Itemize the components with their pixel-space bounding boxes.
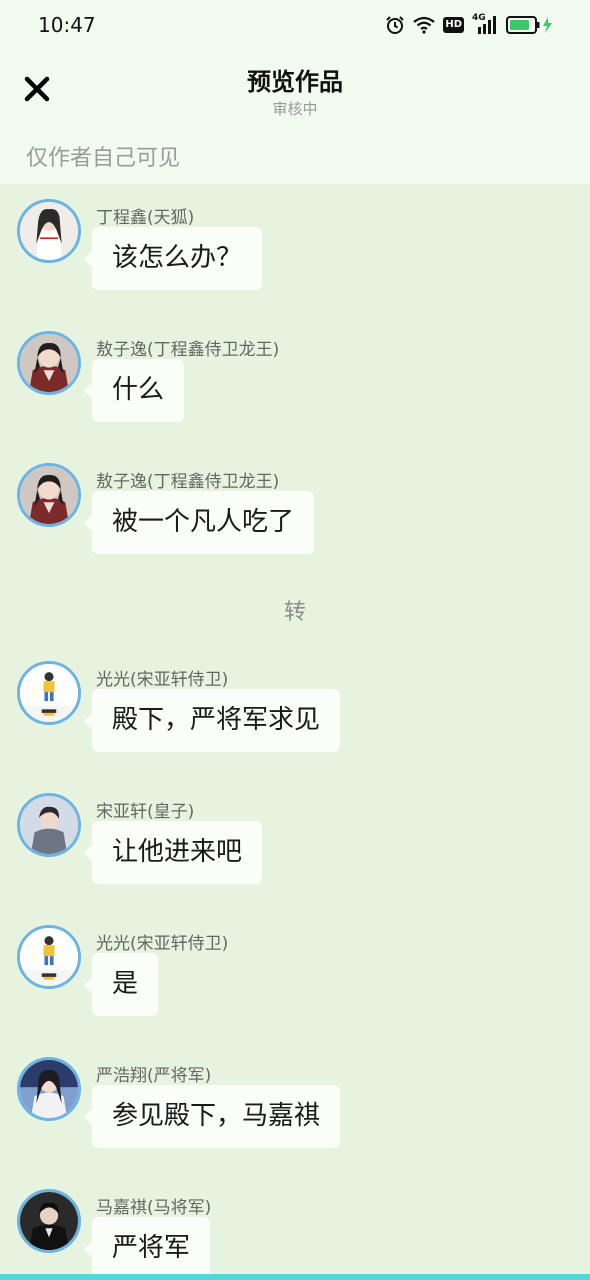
avatar[interactable] xyxy=(17,331,81,395)
avatar-red-robe xyxy=(20,334,78,392)
message-bubble[interactable]: 参见殿下，马嘉祺 xyxy=(83,1085,341,1148)
sender-name: 光光(宋亚轩侍卫) xyxy=(96,670,229,690)
top-area: 10:47 HD 4G 预览作品 审核中 仅作者自己可见 xyxy=(0,0,590,184)
chat-list[interactable]: 丁程鑫(天狐) 该怎么办？ 敖子逸(丁程鑫侍卫龙王) 什么 敖子逸(丁程鑫侍卫龙… xyxy=(0,184,590,1280)
sender-name: 敖子逸(丁程鑫侍卫龙王) xyxy=(96,340,280,360)
sender-name: 宋亚轩(皇子) xyxy=(96,802,195,822)
bottom-accent-strip xyxy=(0,1274,590,1280)
message-bubble[interactable]: 让他进来吧 xyxy=(83,821,263,884)
status-icons: HD 4G xyxy=(385,13,554,35)
message-bubble[interactable]: 什么 xyxy=(83,359,185,422)
message-bubble[interactable]: 殿下，严将军求见 xyxy=(83,689,341,752)
avatar-gray-coat xyxy=(20,796,78,854)
avatar[interactable] xyxy=(17,199,81,263)
avatar-white-dress xyxy=(20,1060,78,1118)
avatar[interactable] xyxy=(17,1189,81,1253)
scene-divider: 转 xyxy=(283,600,306,625)
message-bubble[interactable]: 该怎么办？ xyxy=(83,227,263,290)
avatar[interactable] xyxy=(17,1057,81,1121)
sender-name: 敖子逸(丁程鑫侍卫龙王) xyxy=(96,472,280,492)
avatar[interactable] xyxy=(17,793,81,857)
avatar-cartoon-figure xyxy=(20,664,78,722)
avatar[interactable] xyxy=(17,463,81,527)
visibility-note: 仅作者自己可见 xyxy=(26,146,181,171)
alarm-icon xyxy=(385,15,405,35)
hd-icon: HD xyxy=(443,17,464,33)
sender-name: 丁程鑫(天狐) xyxy=(96,208,195,228)
title-bar: 预览作品 审核中 xyxy=(0,52,590,128)
review-status: 审核中 xyxy=(272,100,318,118)
avatar-cartoon-figure xyxy=(20,928,78,986)
sender-name: 马嘉祺(马将军) xyxy=(96,1198,212,1218)
avatar-white-robe xyxy=(20,202,78,260)
avatar-dark-suit xyxy=(20,1192,78,1250)
signal-icon: 4G xyxy=(472,13,498,34)
wifi-icon xyxy=(413,16,436,34)
avatar-red-robe xyxy=(20,466,78,524)
battery-icon xyxy=(506,16,554,34)
avatar[interactable] xyxy=(17,925,81,989)
sender-name: 光光(宋亚轩侍卫) xyxy=(96,934,229,954)
message-bubble[interactable]: 被一个凡人吃了 xyxy=(83,491,315,554)
message-bubble[interactable]: 是 xyxy=(83,953,159,1016)
status-time: 10:47 xyxy=(38,13,96,37)
page-title: 预览作品 xyxy=(247,68,343,96)
sender-name: 严浩翔(严将军) xyxy=(96,1066,212,1086)
status-bar: 10:47 HD 4G xyxy=(0,0,590,52)
avatar[interactable] xyxy=(17,661,81,725)
message-bubble[interactable]: 严将军 xyxy=(83,1217,211,1280)
